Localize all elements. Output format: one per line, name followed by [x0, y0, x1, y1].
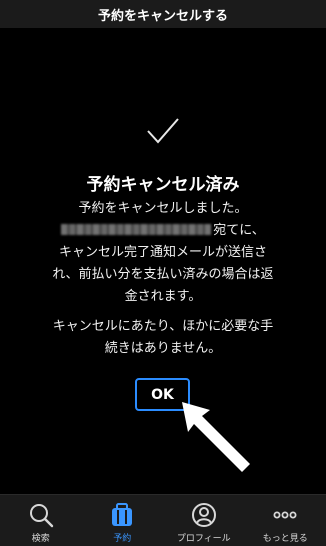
tab-label: プロフィール: [176, 534, 231, 544]
tab-bar: 検索 予約 プロフィール もっと見る: [0, 494, 326, 546]
page-title: 予約をキャンセルする: [97, 8, 228, 24]
message-line-3: キャンセル完了通知メールが送信さ: [58, 245, 267, 260]
tab-search[interactable]: 検索: [0, 495, 82, 546]
tab-profile[interactable]: プロフィール: [163, 495, 245, 546]
tab-label: 予約: [113, 534, 132, 544]
message-line-1: 予約をキャンセルしました。: [78, 201, 248, 216]
dialog-note: キャンセルにあたり、ほかに必要な手 続きはありません。: [20, 316, 306, 360]
profile-icon: [191, 503, 216, 527]
tab-label: もっと見る: [262, 534, 308, 544]
arrow-pointer-icon: [182, 402, 250, 472]
dialog-title: 予約キャンセル済み: [86, 175, 240, 195]
tab-reservations[interactable]: 予約: [82, 495, 164, 546]
note-line-2: 続きはありません。: [104, 341, 222, 356]
note-line-1: キャンセルにあたり、ほかに必要な手: [52, 319, 274, 334]
tab-more[interactable]: もっと見る: [245, 495, 326, 546]
redacted-email: [61, 224, 212, 235]
message-line-5: 金されます。: [124, 289, 202, 304]
more-icon: [273, 511, 297, 519]
tab-label: 検索: [31, 534, 50, 544]
suitcase-icon: [112, 503, 133, 526]
search-icon: [29, 504, 53, 528]
dialog-message: 予約をキャンセルしました。 宛てに、 キャンセル完了通知メールが送信さ れ、前払…: [20, 198, 306, 308]
message-line-4: れ、前払い分を支払い済みの場合は返: [52, 267, 274, 282]
message-line-2: 宛てに、: [20, 220, 306, 242]
header-bar: 予約をキャンセルする: [0, 0, 326, 28]
checkmark-icon: [147, 118, 179, 144]
screen: 予約をキャンセルする 予約キャンセル済み 予約をキャンセルしました。 宛てに、 …: [0, 0, 326, 546]
message-line-2-suffix: 宛てに、: [213, 223, 265, 238]
